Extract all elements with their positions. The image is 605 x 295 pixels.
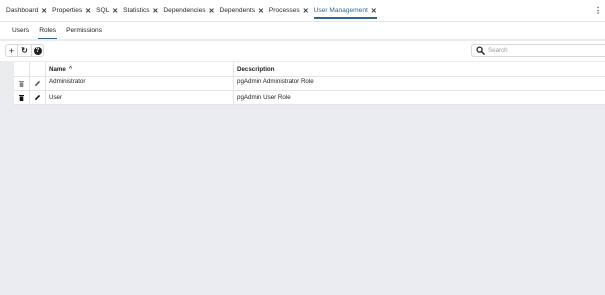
- refresh-button[interactable]: ↻: [18, 44, 31, 57]
- help-icon: ?: [33, 46, 42, 55]
- search-icon: [476, 46, 485, 55]
- edit-row-button[interactable]: [30, 91, 46, 104]
- tab-label: Statistics: [123, 7, 150, 14]
- subtab-permissions[interactable]: Permissions: [66, 22, 102, 39]
- tab-user-management[interactable]: User Management ✕: [313, 0, 377, 22]
- trash-icon: [19, 80, 24, 87]
- delete-row-button[interactable]: [14, 77, 30, 90]
- tab-processes[interactable]: Processes ✕: [269, 0, 309, 22]
- trash-icon: [19, 94, 24, 101]
- subtab-bar: Users Roles Permissions: [0, 22, 605, 39]
- header-edit-column: [30, 62, 46, 76]
- search-box: [471, 44, 605, 57]
- more-menu-icon[interactable]: ⋮: [594, 6, 602, 15]
- table-row[interactable]: Administrator pgAdmin Administrator Role: [14, 77, 605, 91]
- column-header-description[interactable]: Decscription: [234, 62, 605, 76]
- column-header-label: Name: [49, 65, 66, 73]
- tab-label: SQL: [96, 7, 110, 14]
- edit-row-button[interactable]: [30, 77, 46, 90]
- table-row[interactable]: User pgAdmin User Role: [14, 91, 605, 105]
- pencil-icon: [35, 94, 41, 100]
- role-name: User: [46, 91, 234, 104]
- table-header: Name ^ Decscription: [14, 62, 605, 77]
- pencil-icon: [35, 80, 41, 86]
- tab-label: User Management: [313, 7, 368, 14]
- role-name: Administrator: [46, 77, 234, 90]
- sort-ascending-icon: ^: [68, 66, 73, 72]
- tab-label: Dependencies: [163, 7, 206, 14]
- close-icon[interactable]: ✕: [153, 7, 159, 15]
- column-header-label: Decscription: [237, 65, 275, 73]
- tab-properties[interactable]: Properties ✕: [52, 0, 91, 22]
- roles-table: Name ^ Decscription Administrator pgAdmin…: [14, 62, 605, 105]
- refresh-icon: ↻: [21, 46, 28, 55]
- close-icon[interactable]: ✕: [112, 7, 118, 15]
- close-icon[interactable]: ✕: [85, 7, 91, 15]
- subtab-roles[interactable]: Roles: [38, 22, 57, 39]
- toolbar: + ↻ ?: [0, 41, 605, 61]
- tab-dependencies[interactable]: Dependencies ✕: [163, 0, 214, 22]
- header-delete-column: [14, 62, 30, 76]
- tab-label: Dashboard: [6, 7, 39, 14]
- tab-dependents[interactable]: Dependents ✕: [219, 0, 263, 22]
- close-icon[interactable]: ✕: [371, 7, 377, 15]
- delete-row-button[interactable]: [14, 91, 30, 104]
- add-role-button[interactable]: +: [5, 44, 18, 57]
- plus-icon: +: [8, 45, 15, 56]
- role-description: pgAdmin User Role: [237, 94, 291, 101]
- close-icon[interactable]: ✕: [303, 7, 309, 15]
- tab-dashboard[interactable]: Dashboard ✕: [6, 0, 47, 22]
- search-input[interactable]: [488, 47, 598, 54]
- help-button[interactable]: ?: [31, 44, 44, 57]
- tab-bar: Dashboard ✕ Properties ✕ SQL ✕ Statistics ✕ …: [0, 0, 605, 22]
- subtab-users[interactable]: Users: [12, 22, 29, 39]
- tab-statistics[interactable]: Statistics ✕: [123, 0, 158, 22]
- close-icon[interactable]: ✕: [258, 7, 264, 15]
- tab-label: Processes: [268, 7, 300, 14]
- close-icon[interactable]: ✕: [209, 7, 215, 15]
- tab-label: Dependents: [219, 7, 256, 14]
- role-description: pgAdmin Administrator Role: [237, 78, 314, 85]
- column-header-name[interactable]: Name ^: [46, 62, 234, 76]
- tab-sql[interactable]: SQL ✕: [96, 0, 118, 22]
- close-icon[interactable]: ✕: [41, 7, 47, 15]
- tab-label: Properties: [52, 7, 83, 14]
